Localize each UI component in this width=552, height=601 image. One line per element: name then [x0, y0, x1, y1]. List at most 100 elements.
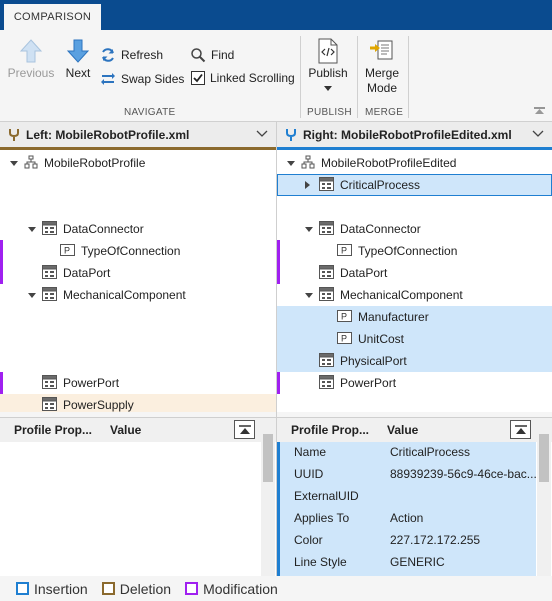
- tree-item-label: PowerPort: [63, 376, 120, 390]
- tree-item-label: DataPort: [63, 266, 111, 280]
- right-tree-item[interactable]: CriticalProcess: [277, 174, 552, 196]
- right-tree-item[interactable]: PowerPort: [277, 372, 552, 394]
- linked-scrolling-label: Linked Scrolling: [210, 71, 295, 85]
- collapse-properties-button[interactable]: [510, 420, 531, 439]
- property-icon: P: [337, 331, 352, 347]
- left-properties-pane: Profile Prop... Value: [0, 417, 276, 577]
- expand-toggle-icon[interactable]: [28, 288, 38, 302]
- insertion-swatch: [16, 582, 29, 595]
- next-button[interactable]: Next: [62, 38, 94, 81]
- expand-toggle-icon[interactable]: [28, 222, 38, 236]
- collapse-properties-button[interactable]: [234, 420, 255, 439]
- stereotype-icon: [42, 264, 57, 282]
- deletion-swatch: [101, 582, 115, 595]
- column-header-property: Profile Prop...: [291, 423, 370, 437]
- left-tree: MobileRobotProfile DataConnector P TypeOfCo…: [0, 150, 276, 412]
- right-tree-item[interactable]: P Manufacturer: [277, 306, 552, 328]
- merge-section-label: MERGE: [365, 107, 404, 118]
- stereotype-icon: [42, 396, 57, 413]
- swap-icon: [101, 73, 115, 85]
- left-tree-item[interactable]: DataConnector: [0, 218, 276, 240]
- svg-text:P: P: [64, 245, 70, 255]
- tab-strip: COMPARISON: [0, 0, 552, 30]
- property-value[interactable]: 227.172.172.255: [390, 533, 536, 555]
- right-tree-item[interactable]: PhysicalPort: [277, 350, 552, 372]
- profile-icon: [24, 155, 38, 172]
- tree-item-label: PhysicalPort: [340, 354, 407, 368]
- property-value[interactable]: CriticalProcess: [390, 445, 536, 467]
- publish-button[interactable]: Publish: [306, 38, 350, 91]
- scrollbar-thumb[interactable]: [263, 434, 273, 482]
- property-name: Applies To: [294, 511, 350, 525]
- left-tree-item[interactable]: MobileRobotProfile: [0, 152, 276, 174]
- property-name: UUID: [294, 467, 324, 481]
- column-header-value: Value: [387, 423, 419, 437]
- right-properties-body: Name CriticalProcess UUID 88939239-56c9-46c…: [277, 442, 536, 577]
- find-button[interactable]: Find: [190, 47, 234, 63]
- right-tree-item[interactable]: P TypeOfConnection: [277, 240, 552, 262]
- tree-item-label: MechanicalComponent: [63, 288, 186, 302]
- merge-icon: [370, 40, 393, 60]
- toolstrip: Previous Next Refresh Swap Sides Find Li…: [0, 30, 552, 122]
- left-tree-item[interactable]: PowerPort: [0, 372, 276, 394]
- legend-modification: Modification: [185, 581, 278, 597]
- chevron-down-icon[interactable]: [256, 130, 268, 138]
- legend-insertion: Insertion: [16, 581, 88, 597]
- stereotype-icon: [42, 220, 57, 238]
- swap-sides-button[interactable]: Swap Sides: [100, 71, 184, 87]
- expand-toggle-icon[interactable]: [287, 156, 297, 170]
- stereotype-icon: [319, 374, 334, 392]
- property-value[interactable]: [390, 489, 536, 511]
- right-tree-item[interactable]: DataPort: [277, 262, 552, 284]
- property-value[interactable]: 88939239-56c9-46ce-bac...: [390, 467, 536, 489]
- scrollbar-thumb[interactable]: [539, 434, 549, 482]
- collapse-up-icon: [514, 424, 527, 434]
- tree-item-label: UnitCost: [358, 332, 405, 346]
- tree-item-label: TypeOfConnection: [81, 244, 181, 258]
- previous-button[interactable]: Previous: [6, 38, 56, 81]
- right-tree-item[interactable]: P UnitCost: [277, 328, 552, 350]
- left-properties-scrollbar[interactable]: [261, 418, 275, 577]
- right-properties-scrollbar[interactable]: [537, 418, 551, 577]
- property-name: Color: [294, 533, 323, 547]
- fork-icon: [286, 128, 296, 141]
- property-icon: P: [60, 243, 75, 259]
- right-tree-item[interactable]: DataConnector: [277, 218, 552, 240]
- modification-swatch: [185, 582, 199, 595]
- property-name: ExternalUID: [294, 489, 359, 503]
- property-value[interactable]: GENERIC: [390, 555, 536, 577]
- left-tree-item[interactable]: MechanicalComponent: [0, 284, 276, 306]
- collapse-toolstrip-icon[interactable]: [534, 107, 545, 115]
- chevron-down-icon: [324, 86, 332, 91]
- publish-section-label: PUBLISH: [307, 107, 352, 118]
- merge-label-line1: Merge: [364, 66, 399, 80]
- refresh-button[interactable]: Refresh: [100, 47, 163, 63]
- right-tree-item[interactable]: MechanicalComponent: [277, 284, 552, 306]
- expand-toggle-icon[interactable]: [305, 222, 315, 236]
- search-icon: [191, 48, 206, 63]
- merge-mode-button[interactable]: Merge Mode: [362, 38, 402, 96]
- left-tree-item[interactable]: PowerSupply: [0, 394, 276, 412]
- chevron-down-icon[interactable]: [532, 130, 544, 138]
- collapse-toggle-icon[interactable]: [305, 178, 315, 192]
- tab-comparison[interactable]: COMPARISON: [4, 4, 101, 30]
- tree-item-label: MobileRobotProfileEdited: [321, 156, 457, 170]
- stereotype-icon: [319, 352, 334, 370]
- expand-toggle-icon[interactable]: [305, 288, 315, 302]
- left-properties-header: Profile Prop... Value: [0, 418, 276, 442]
- left-tree-item[interactable]: P TypeOfConnection: [0, 240, 276, 262]
- right-tree: MobileRobotProfileEdited CriticalProcess D…: [277, 150, 552, 412]
- left-pane-header: Left: MobileRobotProfile.xml: [0, 122, 276, 150]
- right-pane-header: Right: MobileRobotProfileEdited.xml: [277, 122, 552, 150]
- property-name: Line Style: [294, 555, 347, 569]
- legend-insertion-label: Insertion: [34, 580, 88, 597]
- property-icon: P: [337, 243, 352, 259]
- property-value[interactable]: Action: [390, 511, 536, 533]
- left-tree-item[interactable]: DataPort: [0, 262, 276, 284]
- tree-item-label: MechanicalComponent: [340, 288, 463, 302]
- tree-item-label: TypeOfConnection: [358, 244, 458, 258]
- linked-scrolling-checkbox[interactable]: Linked Scrolling: [191, 71, 295, 85]
- tree-item-label: DataConnector: [63, 222, 144, 236]
- expand-toggle-icon[interactable]: [10, 156, 20, 170]
- right-tree-item[interactable]: MobileRobotProfileEdited: [277, 152, 552, 174]
